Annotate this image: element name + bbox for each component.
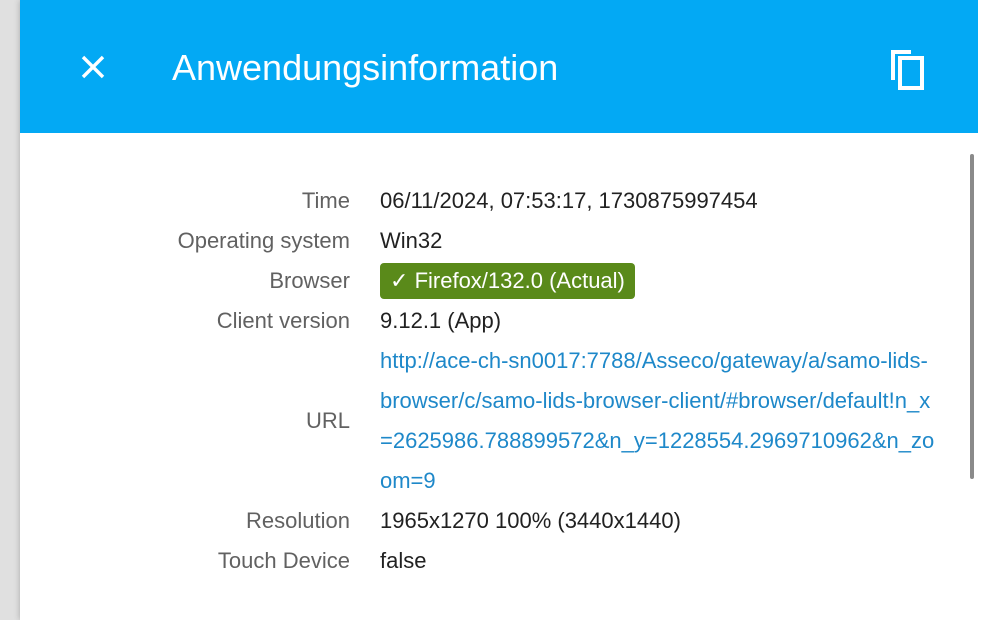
info-row-resolution: Resolution 1965x1270 100% (3440x1440) bbox=[20, 501, 950, 541]
touch-device-value: false bbox=[380, 548, 427, 573]
browser-label: Browser bbox=[269, 268, 350, 293]
info-row-touch-device: Touch Device false bbox=[20, 541, 950, 581]
dialog-header: Anwendungsinformation bbox=[20, 0, 978, 133]
info-row-url: URL http://ace-ch-sn0017:7788/Asseco/gat… bbox=[20, 341, 950, 501]
scrollbar[interactable] bbox=[970, 154, 974, 479]
time-label: Time bbox=[301, 188, 350, 213]
os-value: Win32 bbox=[380, 228, 443, 253]
app-info-dialog: Anwendungsinformation Time 06/11/2024, 0… bbox=[20, 0, 984, 620]
url-link[interactable]: http://ace-ch-sn0017:7788/Asseco/gateway… bbox=[380, 341, 940, 501]
os-label: Operating system bbox=[177, 228, 350, 253]
info-row-time: Time 06/11/2024, 07:53:17, 1730875997454 bbox=[20, 181, 950, 221]
resolution-value: 1965x1270 100% (3440x1440) bbox=[380, 508, 681, 533]
resolution-label: Resolution bbox=[246, 508, 350, 533]
info-row-browser: Browser ✓ Firefox/132.0 (Actual) bbox=[20, 261, 950, 301]
info-row-os: Operating system Win32 bbox=[20, 221, 950, 261]
client-version-value: 9.12.1 (App) bbox=[380, 308, 502, 333]
browser-value: Firefox/132.0 (Actual) bbox=[414, 268, 625, 293]
touch-device-label: Touch Device bbox=[217, 548, 350, 573]
copy-button[interactable] bbox=[882, 44, 932, 94]
client-version-label: Client version bbox=[216, 308, 350, 333]
info-row-client-version: Client version 9.12.1 (App) bbox=[20, 301, 950, 341]
browser-badge: ✓ Firefox/132.0 (Actual) bbox=[380, 263, 635, 299]
close-button[interactable] bbox=[70, 44, 116, 90]
dialog-title: Anwendungsinformation bbox=[172, 47, 559, 88]
dialog-content: Time 06/11/2024, 07:53:17, 1730875997454… bbox=[20, 133, 978, 613]
info-table: Time 06/11/2024, 07:53:17, 1730875997454… bbox=[20, 181, 950, 581]
close-icon bbox=[81, 55, 105, 79]
copy-icon bbox=[891, 50, 924, 90]
time-value: 06/11/2024, 07:53:17, 1730875997454 bbox=[380, 188, 758, 213]
url-label: URL bbox=[305, 408, 350, 433]
check-icon: ✓ bbox=[390, 268, 409, 293]
